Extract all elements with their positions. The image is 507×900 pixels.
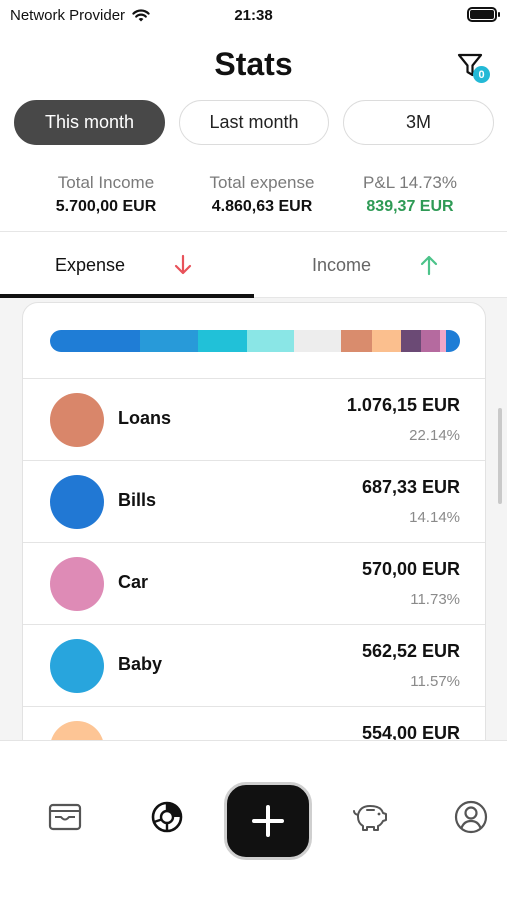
filter-count-badge: 0 bbox=[473, 66, 490, 83]
category-percent: 14.14% bbox=[409, 509, 460, 526]
pl-label: P&L 14.73% bbox=[363, 173, 457, 192]
filter-button[interactable]: 0 bbox=[456, 52, 492, 86]
category-amount: 687,33 EUR bbox=[361, 477, 460, 497]
category-row-loans[interactable]: Loans 1.076,15 EUR 22.14% bbox=[23, 379, 485, 461]
tab-income-label: Income bbox=[312, 254, 372, 275]
status-bar: Network Provider 21:38 bbox=[0, 0, 507, 32]
breakdown-segment bbox=[246, 330, 294, 352]
page-title: Stats bbox=[214, 46, 293, 82]
category-row-car[interactable]: Car 570,00 EUR 11.73% bbox=[23, 543, 485, 625]
battery-icon bbox=[467, 7, 500, 22]
tab-expense[interactable]: Expense bbox=[55, 232, 194, 298]
category-row-bills[interactable]: Bills 687,33 EUR 14.14% bbox=[23, 461, 485, 543]
pl-value: 839,37 EUR bbox=[366, 198, 454, 215]
category-color-dot bbox=[50, 475, 104, 529]
category-amount: 562,52 EUR bbox=[361, 641, 460, 661]
period-this-month[interactable]: This month bbox=[14, 100, 165, 145]
breakdown-segment bbox=[293, 330, 342, 352]
nav-savings[interactable] bbox=[348, 795, 392, 839]
scrollbar[interactable] bbox=[498, 408, 502, 504]
profile-icon bbox=[454, 800, 488, 834]
category-percent: 11.73% bbox=[410, 591, 460, 608]
category-amount: 554,00 EUR bbox=[361, 723, 460, 740]
category-name: Baby bbox=[118, 654, 163, 674]
total-expense: Total expense 4.860,63 EUR bbox=[196, 173, 328, 216]
breakdown-segment bbox=[445, 330, 460, 352]
category-row[interactable]: 554,00 EUR bbox=[23, 707, 485, 740]
wallet-icon bbox=[48, 803, 82, 831]
arrow-up-icon bbox=[420, 255, 438, 276]
breakdown-segment bbox=[400, 330, 422, 352]
tab-expense-label: Expense bbox=[55, 254, 126, 275]
breakdown-segment bbox=[371, 330, 401, 352]
category-percent: 22.14% bbox=[409, 427, 460, 444]
nav-wallet[interactable] bbox=[43, 795, 87, 839]
stats-chart-icon bbox=[151, 801, 183, 833]
total-expense-value: 4.860,63 EUR bbox=[211, 198, 313, 215]
piggy-bank-icon bbox=[353, 805, 387, 831]
expense-breakdown-card: Loans 1.076,15 EUR 22.14% Bills 687,33 E… bbox=[22, 302, 486, 740]
category-percent: 11.57% bbox=[410, 673, 460, 690]
category-color-dot bbox=[50, 557, 104, 611]
category-name: Loans bbox=[118, 408, 172, 428]
breakdown-segment bbox=[140, 330, 198, 352]
total-expense-label: Total expense bbox=[209, 173, 315, 192]
category-amount: 570,00 EUR bbox=[361, 559, 460, 579]
add-transaction-button[interactable] bbox=[224, 782, 312, 860]
nav-profile[interactable] bbox=[449, 795, 493, 839]
category-color-dot bbox=[50, 393, 104, 447]
category-amount: 1.076,15 EUR bbox=[346, 395, 460, 415]
breakdown-segment bbox=[50, 330, 141, 352]
arrow-down-icon bbox=[174, 254, 192, 275]
category-row-baby[interactable]: Baby 562,52 EUR 11.57% bbox=[23, 625, 485, 707]
total-income: Total Income 5.700,00 EUR bbox=[40, 173, 172, 216]
period-last-month[interactable]: Last month bbox=[179, 100, 329, 145]
profit-loss: P&L 14.73% 839,37 EUR bbox=[346, 173, 474, 216]
category-name: Car bbox=[118, 572, 149, 592]
nav-stats[interactable] bbox=[145, 795, 189, 839]
bottom-nav bbox=[0, 740, 507, 900]
tab-income[interactable]: Income bbox=[312, 232, 440, 298]
status-time: 21:38 bbox=[234, 7, 273, 24]
summary: Total Income 5.700,00 EUR Total expense … bbox=[0, 173, 507, 223]
total-income-value: 5.700,00 EUR bbox=[55, 198, 157, 215]
breakdown-segment bbox=[341, 330, 372, 352]
category-color-dot bbox=[50, 721, 104, 740]
breakdown-segment bbox=[197, 330, 247, 352]
add-icon bbox=[252, 805, 284, 837]
expense-breakdown-scroll[interactable]: Loans 1.076,15 EUR 22.14% Bills 687,33 E… bbox=[0, 298, 507, 740]
period-3m[interactable]: 3M bbox=[343, 100, 494, 145]
breakdown-segment bbox=[421, 330, 440, 352]
category-name: Bills bbox=[118, 490, 157, 510]
total-income-label: Total Income bbox=[57, 173, 155, 192]
category-color-dot bbox=[50, 639, 104, 693]
category-breakdown-bar bbox=[50, 330, 460, 352]
